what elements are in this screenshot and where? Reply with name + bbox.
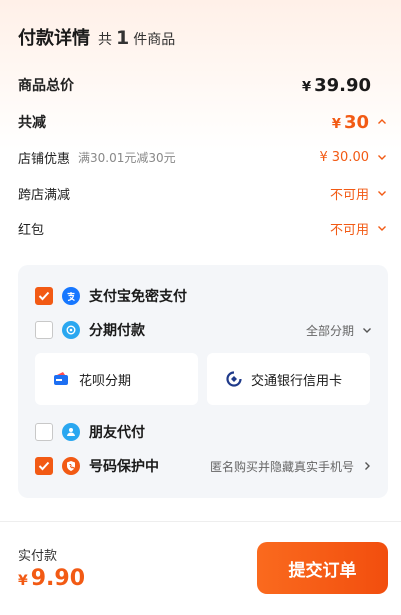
- installment-icon: [62, 321, 80, 339]
- chevron-down-icon: [377, 223, 387, 233]
- actual-payment-label: 实付款: [18, 549, 58, 564]
- payment-options-card: 支付宝免密支付 分期付款 全部分期 花呗分期 交通银行信用卡 朋友代付 号码保护…: [18, 265, 388, 498]
- chevron-down-icon: [362, 325, 372, 335]
- cross-store-select[interactable]: 不可用: [330, 184, 387, 203]
- currency-symbol: ¥: [302, 79, 312, 95]
- actual-payment-amount: 9.90: [30, 566, 86, 591]
- red-packet-row[interactable]: 红包 不可用: [18, 217, 387, 239]
- item-count-suffix: 件商品: [133, 32, 176, 48]
- installment-label: 分期付款: [89, 323, 145, 339]
- item-count: 共 1 件商品: [98, 27, 175, 49]
- huabei-label: 花呗分期: [79, 373, 132, 389]
- total-reduce-toggle[interactable]: ¥30: [332, 112, 387, 133]
- bocom-credit-card[interactable]: 交通银行信用卡: [207, 353, 370, 405]
- shield-phone-icon: [62, 457, 80, 475]
- huabei-installment-card[interactable]: 花呗分期: [35, 353, 198, 405]
- actual-payment-value: ¥9.90: [18, 566, 85, 591]
- page-title: 付款详情: [18, 28, 90, 49]
- friend-pay-checkbox[interactable]: [35, 423, 53, 441]
- total-price-label: 商品总价: [18, 78, 74, 94]
- page-header: 付款详情 共 1 件商品: [18, 24, 175, 50]
- store-discount-value: ¥30.00: [320, 150, 370, 165]
- installment-checkbox[interactable]: [35, 321, 53, 339]
- number-protection-option[interactable]: 号码保护中 匿名购买并隐藏真实手机号: [35, 455, 372, 477]
- store-discount-desc: 满30.01元减30元: [78, 150, 176, 165]
- total-price-value: ¥39.90: [302, 75, 371, 96]
- footer-divider: [0, 521, 401, 522]
- number-protection-label: 号码保护中: [89, 459, 159, 475]
- number-protection-checkbox[interactable]: [35, 457, 53, 475]
- installment-all-select[interactable]: 全部分期: [306, 322, 372, 339]
- chevron-up-icon: [377, 117, 387, 127]
- alipay-label: 支付宝免密支付: [89, 289, 187, 305]
- currency-symbol: ¥: [331, 116, 341, 132]
- red-packet-label: 红包: [18, 222, 45, 238]
- friend-pay-icon: [62, 423, 80, 441]
- alipay-icon: [62, 287, 80, 305]
- cross-store-label: 跨店满减: [18, 187, 71, 203]
- currency-symbol: ¥: [18, 573, 28, 589]
- total-reduce-label: 共减: [18, 115, 46, 131]
- submit-order-button[interactable]: 提交订单: [257, 542, 388, 594]
- store-discount-select[interactable]: ¥30.00: [320, 150, 388, 165]
- chevron-down-icon: [377, 152, 387, 162]
- item-count-prefix: 共: [98, 32, 112, 48]
- cross-store-value: 不可用: [329, 187, 369, 203]
- bocom-label: 交通银行信用卡: [251, 373, 343, 389]
- total-reduce-amount: 30: [343, 111, 369, 133]
- friend-pay-label: 朋友代付: [89, 425, 145, 441]
- bocom-logo-icon: [225, 370, 243, 388]
- installment-option[interactable]: 分期付款 全部分期: [35, 319, 372, 341]
- item-count-number: 1: [116, 27, 130, 49]
- installment-all-label: 全部分期: [305, 323, 354, 338]
- alipay-option[interactable]: 支付宝免密支付: [35, 285, 372, 307]
- store-discount-label: 店铺优惠: [18, 151, 71, 167]
- store-discount-row[interactable]: 店铺优惠 满30.01元减30元 ¥30.00: [18, 146, 387, 168]
- total-price-amount: 39.90: [314, 74, 371, 96]
- total-price-row: 商品总价 ¥39.90: [18, 73, 387, 97]
- cross-store-row[interactable]: 跨店满减 不可用: [18, 182, 387, 204]
- number-protection-desc: 匿名购买并隐藏真实手机号: [209, 459, 354, 474]
- alipay-checkbox[interactable]: [35, 287, 53, 305]
- total-reduce-row[interactable]: 共减 ¥30: [18, 110, 387, 134]
- red-packet-select[interactable]: 不可用: [330, 219, 387, 238]
- chevron-down-icon: [377, 188, 387, 198]
- red-packet-value: 不可用: [329, 222, 369, 238]
- number-protection-detail-link[interactable]: 匿名购买并隐藏真实手机号: [210, 458, 372, 475]
- total-reduce-value: ¥30: [332, 112, 369, 133]
- chevron-right-icon: [362, 461, 372, 471]
- friend-pay-option[interactable]: 朋友代付: [35, 421, 372, 443]
- currency-symbol: ¥: [319, 149, 328, 165]
- store-discount-amount: 30.00: [331, 149, 369, 165]
- huabei-icon: [53, 370, 71, 388]
